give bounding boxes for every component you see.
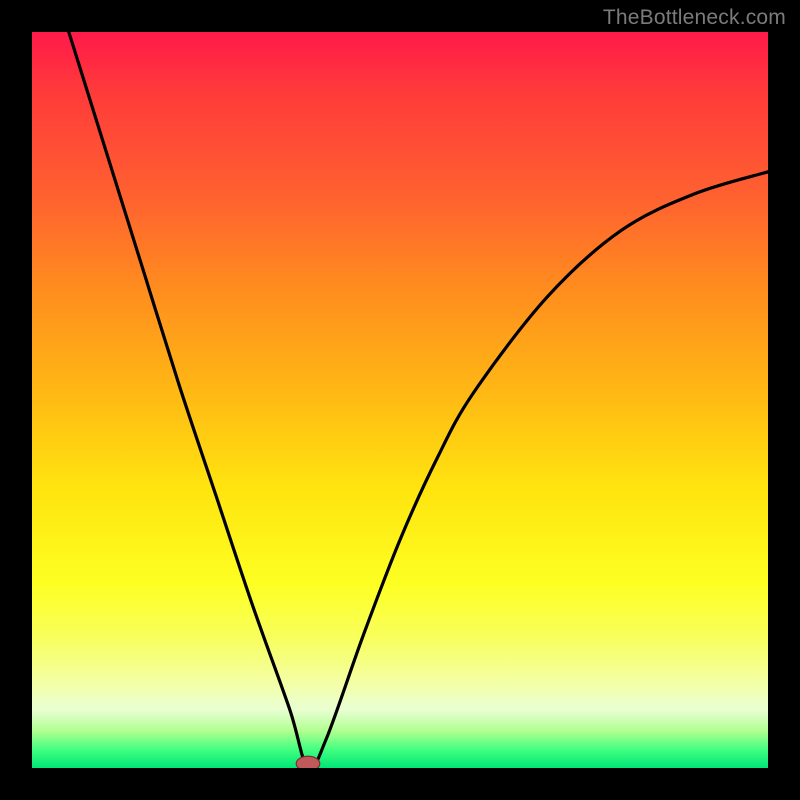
chart-frame: TheBottleneck.com [0,0,800,800]
minimum-marker [296,756,320,768]
plot-area [32,32,768,768]
curve-path [69,32,768,768]
watermark-text: TheBottleneck.com [603,6,786,30]
bottleneck-curve [32,32,768,768]
